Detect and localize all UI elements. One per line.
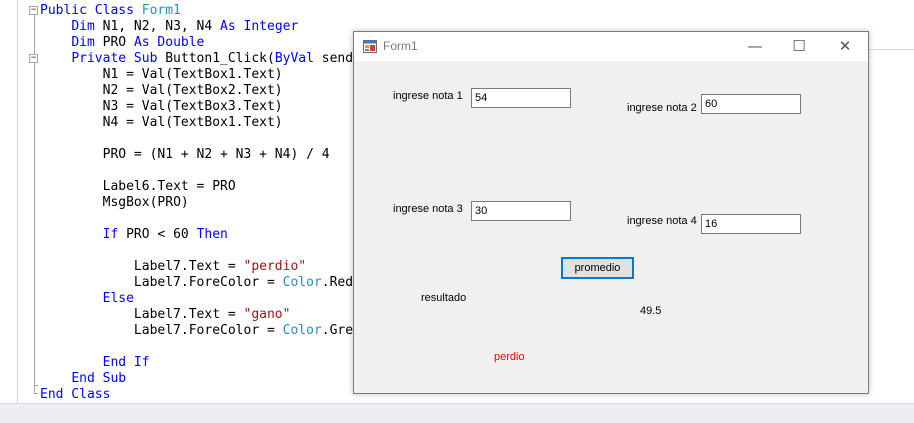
code-text: .Red xyxy=(321,275,354,290)
keyword: Then xyxy=(196,227,228,242)
fold-end-tick xyxy=(34,393,38,394)
textbox-nota-1[interactable] xyxy=(471,88,571,108)
code-line: End If xyxy=(40,355,150,371)
window-title: Form1 xyxy=(383,39,418,53)
label-nota-3: ingrese nota 3 xyxy=(393,203,463,215)
code-text: Label7.Text = xyxy=(133,307,244,322)
label-nota-4: ingrese nota 4 xyxy=(627,215,697,227)
textbox-nota-4[interactable] xyxy=(701,214,801,234)
code-line: MsgBox(PRO) xyxy=(40,195,189,211)
editor-bottom-bar xyxy=(0,403,914,423)
keyword: ByVal xyxy=(274,51,314,66)
keyword: Double xyxy=(157,35,205,50)
code-text: PRO < 60 xyxy=(126,227,189,242)
code-text: MsgBox(PRO) xyxy=(102,195,189,210)
type-name: Color xyxy=(282,275,322,290)
code-text: Label6.Text = PRO xyxy=(102,179,236,194)
collapse-sub-icon[interactable]: − xyxy=(29,54,38,63)
class-name: Form1 xyxy=(141,3,181,18)
keyword: Public Class xyxy=(40,3,134,18)
code-line: Private Sub Button1_Click(ByVal sender A… xyxy=(40,51,392,67)
minimize-button[interactable]: — xyxy=(732,32,778,61)
code-text: N2 = Val(TextBox2.Text) xyxy=(102,83,283,98)
keyword: Dim xyxy=(71,35,95,50)
code-line: Public Class Form1 xyxy=(40,3,181,19)
label-nota-1: ingrese nota 1 xyxy=(393,90,463,102)
code-line: N4 = Val(TextBox1.Text) xyxy=(40,115,283,131)
string-literal: "gano" xyxy=(243,307,291,322)
code-line: Else xyxy=(40,291,134,307)
code-text: Button1_Click( xyxy=(165,51,275,66)
keyword: Dim xyxy=(71,19,95,34)
code-line: End Class xyxy=(40,387,110,403)
keyword: As xyxy=(220,19,236,34)
textbox-nota-2[interactable] xyxy=(701,94,801,114)
type-name: Color xyxy=(282,323,322,338)
code-text: Label7.ForeColor = xyxy=(133,323,283,338)
resultado-label: resultado xyxy=(421,292,467,304)
code-line: Dim N1, N2, N3, N4 As Integer xyxy=(40,19,298,35)
keyword: If xyxy=(102,227,119,242)
keyword: End If xyxy=(102,355,150,370)
code-line: PRO = (N1 + N2 + N3 + N4) / 4 xyxy=(40,147,330,163)
form1-window[interactable]: Form1 — ☐ ✕ ingrese nota 1 ingrese nota … xyxy=(353,31,869,394)
keyword: As xyxy=(133,35,150,50)
promedio-button[interactable]: promedio xyxy=(561,257,634,279)
code-text: PRO = (N1 + N2 + N3 + N4) / 4 xyxy=(102,147,330,162)
code-line: N2 = Val(TextBox2.Text) xyxy=(40,83,283,99)
code-line: If PRO < 60 Then xyxy=(40,227,228,243)
code-line: Label7.Text = "perdio" xyxy=(40,259,306,275)
title-bar[interactable]: Form1 — ☐ ✕ xyxy=(354,32,868,61)
keyword: End Class xyxy=(40,387,111,402)
label-nota-2: ingrese nota 2 xyxy=(627,102,697,114)
code-text: Label7.ForeColor = xyxy=(133,275,283,290)
keyword: End Sub xyxy=(71,371,127,386)
code-line: N1 = Val(TextBox1.Text) xyxy=(40,67,283,83)
form-app-icon xyxy=(363,40,377,53)
code-line: End Sub xyxy=(40,371,126,387)
code-line: Label7.Text = "gano" xyxy=(40,307,291,323)
fold-end-tick xyxy=(34,385,38,386)
promedio-value-label: 49.5 xyxy=(640,305,662,317)
code-text: N1, N2, N3, N4 xyxy=(102,19,213,34)
code-text: N3 = Val(TextBox3.Text) xyxy=(102,99,283,114)
fold-guide xyxy=(34,15,35,58)
fold-guide xyxy=(34,63,35,393)
code-text: Label7.Text = xyxy=(133,259,244,274)
string-literal: "perdio" xyxy=(243,259,307,274)
status-label: perdio xyxy=(494,351,525,363)
keyword: Else xyxy=(102,291,134,306)
code-line: Label6.Text = PRO xyxy=(40,179,236,195)
code-text: N1 = Val(TextBox1.Text) xyxy=(102,67,283,82)
code-text: PRO xyxy=(102,35,127,50)
code-line: Label7.ForeColor = Color.Green xyxy=(40,323,369,339)
code-line: Label7.ForeColor = Color.Red xyxy=(40,275,353,291)
close-button[interactable]: ✕ xyxy=(822,32,868,61)
code-line: N3 = Val(TextBox3.Text) xyxy=(40,99,283,115)
code-line: Dim PRO As Double xyxy=(40,35,204,51)
gutter-divider xyxy=(17,0,18,422)
keyword: Integer xyxy=(243,19,299,34)
collapse-class-icon[interactable]: − xyxy=(29,6,38,15)
keyword: Private Sub xyxy=(71,51,158,66)
textbox-nota-3[interactable] xyxy=(471,201,571,221)
maximize-button[interactable]: ☐ xyxy=(776,32,822,61)
code-text: N4 = Val(TextBox1.Text) xyxy=(102,115,283,130)
